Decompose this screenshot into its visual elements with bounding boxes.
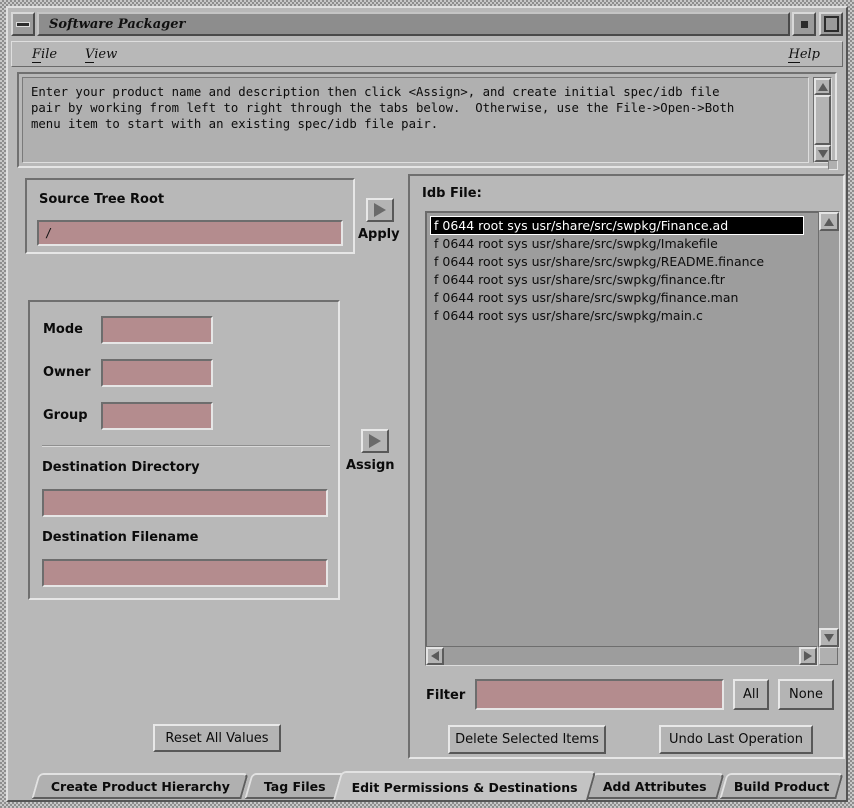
- source-tree-root-input[interactable]: /: [37, 220, 343, 246]
- delete-selected-items-label: Delete Selected Items: [455, 732, 599, 747]
- window-shade-icon: [801, 21, 808, 28]
- apply-label: Apply: [358, 227, 400, 242]
- destination-directory-input[interactable]: [42, 489, 328, 517]
- triangle-left-icon: [431, 651, 439, 661]
- scroll-left-button[interactable]: [426, 647, 444, 665]
- instructions-text: Enter your product name and description …: [22, 77, 809, 163]
- triangle-down-icon: [818, 150, 828, 158]
- permissions-separator: [42, 445, 330, 447]
- scroll-up-button[interactable]: [814, 78, 831, 95]
- undo-last-operation-label: Undo Last Operation: [669, 732, 803, 747]
- filter-all-button[interactable]: All: [733, 679, 769, 710]
- window-minimize-icon: [16, 22, 30, 27]
- source-tree-root-group: Source Tree Root /: [25, 178, 355, 254]
- list-item[interactable]: f 0644 root sys usr/share/src/swpkg/READ…: [430, 253, 817, 271]
- scroll-trough[interactable]: [444, 647, 799, 665]
- source-tree-root-label: Source Tree Root: [39, 192, 164, 207]
- filter-all-label: All: [743, 687, 759, 702]
- tab-label: Add Attributes: [603, 779, 707, 794]
- reset-all-values-label: Reset All Values: [165, 731, 268, 746]
- instructions-vertical-scrollbar[interactable]: [813, 77, 832, 163]
- tab-create-product-hierarchy[interactable]: Create Product Hierarchy: [31, 773, 248, 799]
- group-input[interactable]: [101, 402, 213, 430]
- list-item[interactable]: f 0644 root sys usr/share/src/swpkg/fina…: [430, 289, 817, 307]
- group-label: Group: [43, 408, 88, 423]
- menu-item-file-mnemonic: F: [32, 47, 41, 63]
- tab-tag-files[interactable]: Tag Files: [244, 773, 345, 799]
- menu-item-help[interactable]: Help: [778, 45, 830, 64]
- scroll-trough[interactable]: [819, 231, 839, 628]
- undo-last-operation-button[interactable]: Undo Last Operation: [659, 725, 813, 754]
- delete-selected-items-button[interactable]: Delete Selected Items: [448, 725, 606, 754]
- triangle-down-icon: [824, 634, 834, 642]
- assign-button[interactable]: [361, 429, 389, 453]
- menu-item-file[interactable]: File: [22, 45, 67, 64]
- reset-all-values-button[interactable]: Reset All Values: [153, 724, 281, 752]
- scroll-trough[interactable]: [814, 95, 831, 145]
- menu-bar-right: Help: [774, 45, 842, 64]
- mode-input[interactable]: [101, 316, 213, 344]
- menu-item-view-mnemonic: V: [85, 47, 94, 63]
- scroll-down-button[interactable]: [819, 628, 839, 647]
- title-strip[interactable]: Software Packager: [37, 12, 790, 36]
- window-maximize-button[interactable]: [819, 12, 843, 36]
- owner-input[interactable]: [101, 359, 213, 387]
- filter-input[interactable]: [475, 679, 724, 710]
- scroll-thumb[interactable]: [814, 95, 831, 145]
- idb-file-label: Idb File:: [422, 186, 482, 201]
- mode-label: Mode: [43, 322, 83, 337]
- list-item[interactable]: f 0644 root sys usr/share/src/swpkg/Imak…: [430, 235, 817, 253]
- tab-label: Edit Permissions & Destinations: [351, 780, 577, 795]
- play-arrow-icon: [369, 434, 381, 448]
- list-item[interactable]: f 0644 root sys usr/share/src/swpkg/Fina…: [430, 216, 804, 235]
- triangle-up-icon: [818, 83, 828, 91]
- resize-grip-icon[interactable]: [828, 160, 838, 170]
- filter-none-button[interactable]: None: [778, 679, 834, 710]
- idb-file-list[interactable]: f 0644 root sys usr/share/src/swpkg/Fina…: [425, 211, 821, 648]
- menu-item-help-mnemonic: H: [788, 47, 799, 63]
- triangle-up-icon: [824, 218, 834, 226]
- idb-list-vertical-scrollbar[interactable]: [818, 211, 840, 648]
- apply-button[interactable]: [366, 198, 394, 222]
- title-bar: Software Packager: [11, 11, 843, 37]
- window-minimize-button[interactable]: [11, 12, 35, 36]
- assign-label: Assign: [346, 458, 395, 473]
- scroll-right-button[interactable]: [799, 647, 817, 665]
- scroll-up-button[interactable]: [819, 212, 839, 231]
- idb-list-horizontal-scrollbar[interactable]: [425, 646, 818, 666]
- destination-filename-label: Destination Filename: [42, 530, 198, 545]
- triangle-right-icon: [804, 651, 812, 661]
- tab-bar: Create Product Hierarchy Tag Files Edit …: [11, 771, 843, 801]
- window-frame: Software Packager File View Help Enter y…: [0, 0, 854, 808]
- destination-filename-input[interactable]: [42, 559, 328, 587]
- menu-item-view[interactable]: View: [75, 45, 127, 64]
- menu-item-view-rest: iew: [94, 47, 117, 62]
- tab-label: Build Product: [734, 779, 829, 794]
- menu-item-file-rest: ile: [41, 47, 57, 62]
- play-arrow-icon: [374, 203, 386, 217]
- instructions-panel: Enter your product name and description …: [17, 72, 837, 168]
- list-item[interactable]: f 0644 root sys usr/share/src/swpkg/main…: [430, 307, 817, 325]
- window-maximize-icon: [824, 16, 839, 32]
- tab-add-attributes[interactable]: Add Attributes: [585, 773, 724, 799]
- destination-directory-label: Destination Directory: [42, 460, 200, 475]
- tab-edit-permissions-destinations[interactable]: Edit Permissions & Destinations: [333, 771, 597, 801]
- window-title: Software Packager: [49, 17, 185, 32]
- window-inner: Software Packager File View Help Enter y…: [6, 6, 848, 802]
- tab-build-product[interactable]: Build Product: [719, 773, 843, 799]
- menu-bar: File View Help: [11, 41, 843, 67]
- filter-label: Filter: [426, 688, 465, 703]
- menu-bar-left: File View: [12, 45, 131, 64]
- owner-label: Owner: [43, 365, 91, 380]
- scrollbar-corner: [819, 647, 838, 665]
- filter-none-label: None: [789, 687, 823, 702]
- permissions-group: Mode Owner Group Destination Directory D…: [28, 300, 340, 600]
- list-item[interactable]: f 0644 root sys usr/share/src/swpkg/fina…: [430, 271, 817, 289]
- tab-label: Create Product Hierarchy: [51, 779, 230, 794]
- window-shade-button[interactable]: [792, 12, 816, 36]
- menu-item-help-rest: elp: [800, 47, 820, 62]
- tab-label: Tag Files: [264, 779, 326, 794]
